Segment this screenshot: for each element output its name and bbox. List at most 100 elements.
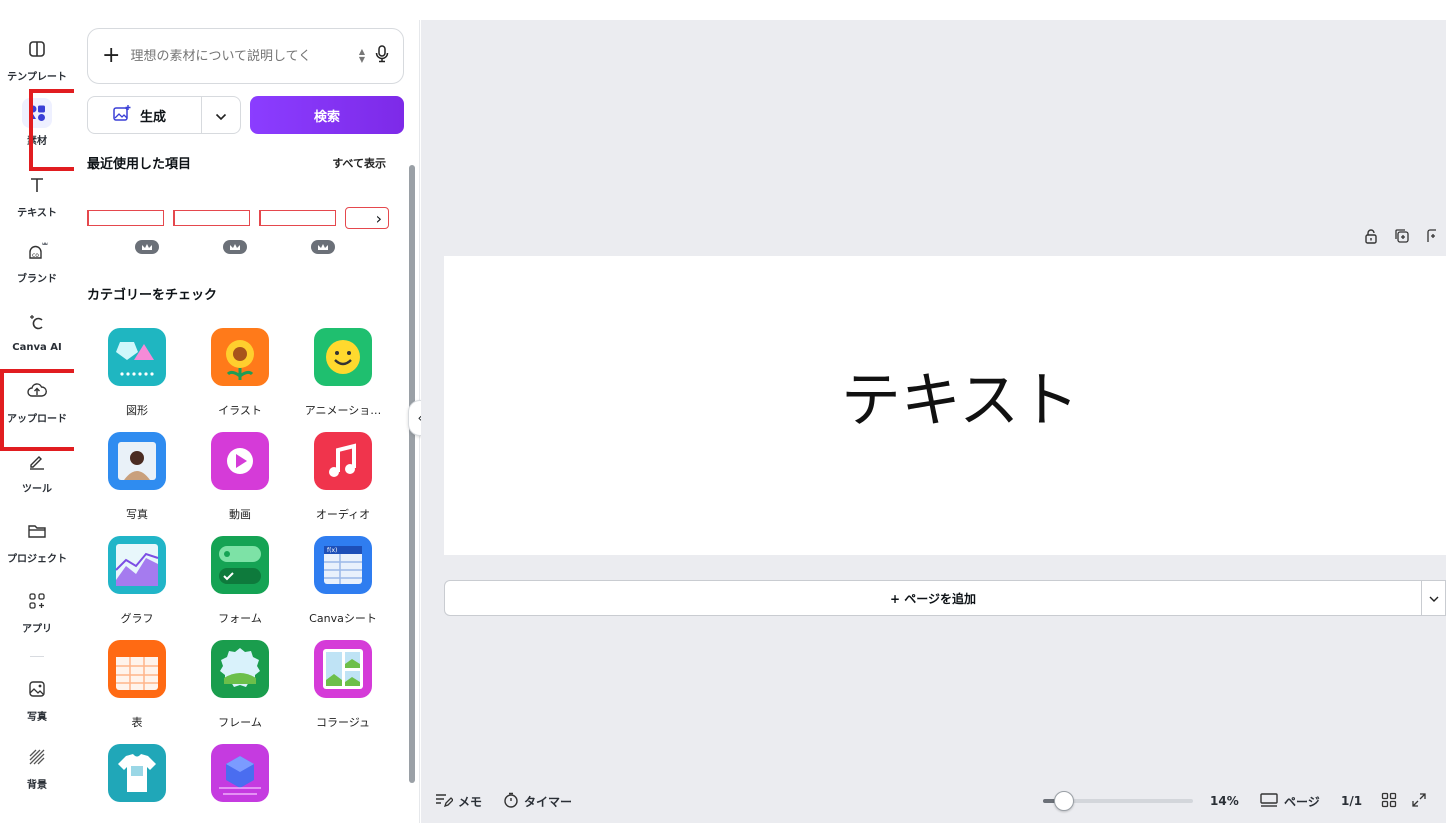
generate-button-group: 生成 (87, 96, 241, 134)
category-3d[interactable] (190, 736, 290, 823)
panel-scrollbar[interactable] (409, 165, 415, 783)
timer-label: タイマー (524, 794, 573, 809)
cube-3d-icon (211, 740, 275, 802)
canva-ai-icon (22, 308, 52, 338)
notes-icon (435, 793, 454, 810)
rail-item-tools[interactable]: ツール (0, 446, 74, 510)
chevron-right-icon: › (375, 208, 382, 228)
rail-item-canva-ai[interactable]: Canva AI (0, 308, 74, 372)
plus-icon[interactable]: + (102, 45, 120, 67)
shapes-icon (108, 324, 172, 386)
recent-item-thumb[interactable] (259, 210, 336, 226)
sunflower-icon (211, 324, 275, 386)
category-label: イラスト (218, 404, 262, 417)
category-animations[interactable]: アニメーショ… (293, 320, 393, 424)
zoom-slider[interactable] (1043, 791, 1193, 811)
rail-item-projects[interactable]: プロジェクト (0, 516, 74, 580)
notes-button[interactable]: メモ (435, 793, 482, 810)
category-audio[interactable]: オーディオ (293, 424, 393, 528)
category-label: Canvaシート (309, 612, 377, 625)
expand-icon (1411, 792, 1427, 811)
duplicate-page-icon[interactable] (1394, 228, 1410, 248)
apps-icon (22, 586, 52, 616)
microphone-icon[interactable] (375, 45, 389, 67)
elements-panel: + ▲▼ 生成 検索 最近使用した項目 すべて表示 (74, 20, 420, 823)
rail-label: 写真 (27, 712, 47, 723)
add-page-icon[interactable] (1426, 228, 1436, 248)
category-forms[interactable]: フォーム (190, 528, 290, 632)
rail-label: 背景 (27, 780, 47, 791)
category-charts[interactable]: グラフ (87, 528, 187, 632)
play-icon (211, 428, 275, 490)
highlight-box-uploads (0, 369, 82, 451)
magic-search-box: + ▲▼ (87, 28, 404, 84)
category-tables[interactable]: 表 (87, 632, 187, 736)
rail-item-apps[interactable]: アプリ (0, 586, 74, 650)
category-label: 写真 (126, 508, 148, 521)
template-icon (22, 34, 52, 64)
zoom-value[interactable]: 14% (1210, 794, 1239, 808)
see-all-link[interactable]: すべて表示 (332, 155, 386, 171)
rail-item-photos[interactable]: 写真 (0, 674, 74, 738)
category-label: コラージュ (315, 716, 370, 729)
search-input[interactable] (130, 48, 349, 64)
music-note-icon (314, 428, 378, 490)
resize-stepper-icon[interactable]: ▲ ▼ (359, 48, 365, 64)
rail-item-text[interactable]: テキスト (0, 170, 74, 234)
background-icon (22, 742, 52, 772)
pages-icon (1259, 792, 1279, 811)
rail-label: ツール (22, 484, 52, 495)
category-videos[interactable]: 動画 (190, 424, 290, 528)
category-mockups[interactable] (87, 736, 187, 823)
tshirt-icon (108, 740, 172, 802)
rail-label: プロジェクト (7, 554, 67, 565)
category-collage[interactable]: コラージュ (293, 632, 393, 736)
premium-badges (135, 240, 335, 254)
rail-item-backgrounds[interactable]: 背景 (0, 742, 74, 806)
category-label: オーディオ (315, 508, 371, 521)
recent-next-button[interactable]: › (345, 207, 389, 229)
page-text-element[interactable]: テキスト (841, 352, 1079, 439)
category-label: 動画 (229, 508, 251, 521)
recent-item-thumb[interactable] (173, 210, 250, 226)
timer-button[interactable]: タイマー (503, 792, 572, 811)
page-count: 1/1 (1341, 794, 1363, 808)
category-canva-sheets[interactable]: f(x) Canvaシート (293, 528, 393, 632)
category-label: フレーム (218, 716, 262, 729)
categories-section-title: カテゴリーをチェック (87, 288, 218, 303)
category-illustrations[interactable]: イラスト (190, 320, 290, 424)
recent-item-thumb[interactable] (87, 210, 164, 226)
zoom-slider-knob[interactable] (1054, 791, 1074, 811)
timer-icon (503, 792, 519, 811)
category-label: グラフ (120, 612, 154, 625)
add-page-options-button[interactable] (1422, 580, 1446, 616)
portrait-photo-icon (108, 428, 172, 490)
folder-icon (22, 516, 52, 546)
image-sparkle-icon (112, 104, 132, 126)
rail-item-brand[interactable]: co ブランド (0, 236, 74, 300)
category-shapes[interactable]: 図形 (87, 320, 187, 424)
frame-icon (211, 636, 275, 698)
canva-editor: テンプレート 素材 テキスト co ブランド Canva AI アップロード ツ… (0, 0, 1446, 823)
grid-view-button[interactable] (1381, 792, 1397, 811)
rail-label: Canva AI (12, 342, 62, 353)
rail-label: テンプレート (7, 72, 67, 83)
category-label: 表 (131, 716, 143, 729)
pages-label: ページ (1284, 794, 1320, 809)
category-frames[interactable]: フレーム (190, 632, 290, 736)
lock-icon[interactable] (1364, 228, 1378, 248)
pages-button[interactable]: ページ (1259, 792, 1320, 811)
fullscreen-button[interactable] (1411, 792, 1427, 811)
page-toolbar (1364, 228, 1436, 248)
add-page-button[interactable]: + ページを追加 (444, 580, 1422, 616)
photo-icon (22, 674, 52, 704)
search-button[interactable]: 検索 (250, 96, 404, 134)
generate-options-button[interactable] (202, 106, 240, 125)
table-icon (108, 636, 172, 698)
category-photos[interactable]: 写真 (87, 424, 187, 528)
category-label: フォーム (218, 612, 262, 625)
design-page[interactable]: テキスト (444, 256, 1446, 555)
generate-button[interactable]: 生成 (88, 104, 201, 126)
svg-text:co: co (32, 252, 39, 259)
recent-section-title: 最近使用した項目 (87, 157, 192, 172)
